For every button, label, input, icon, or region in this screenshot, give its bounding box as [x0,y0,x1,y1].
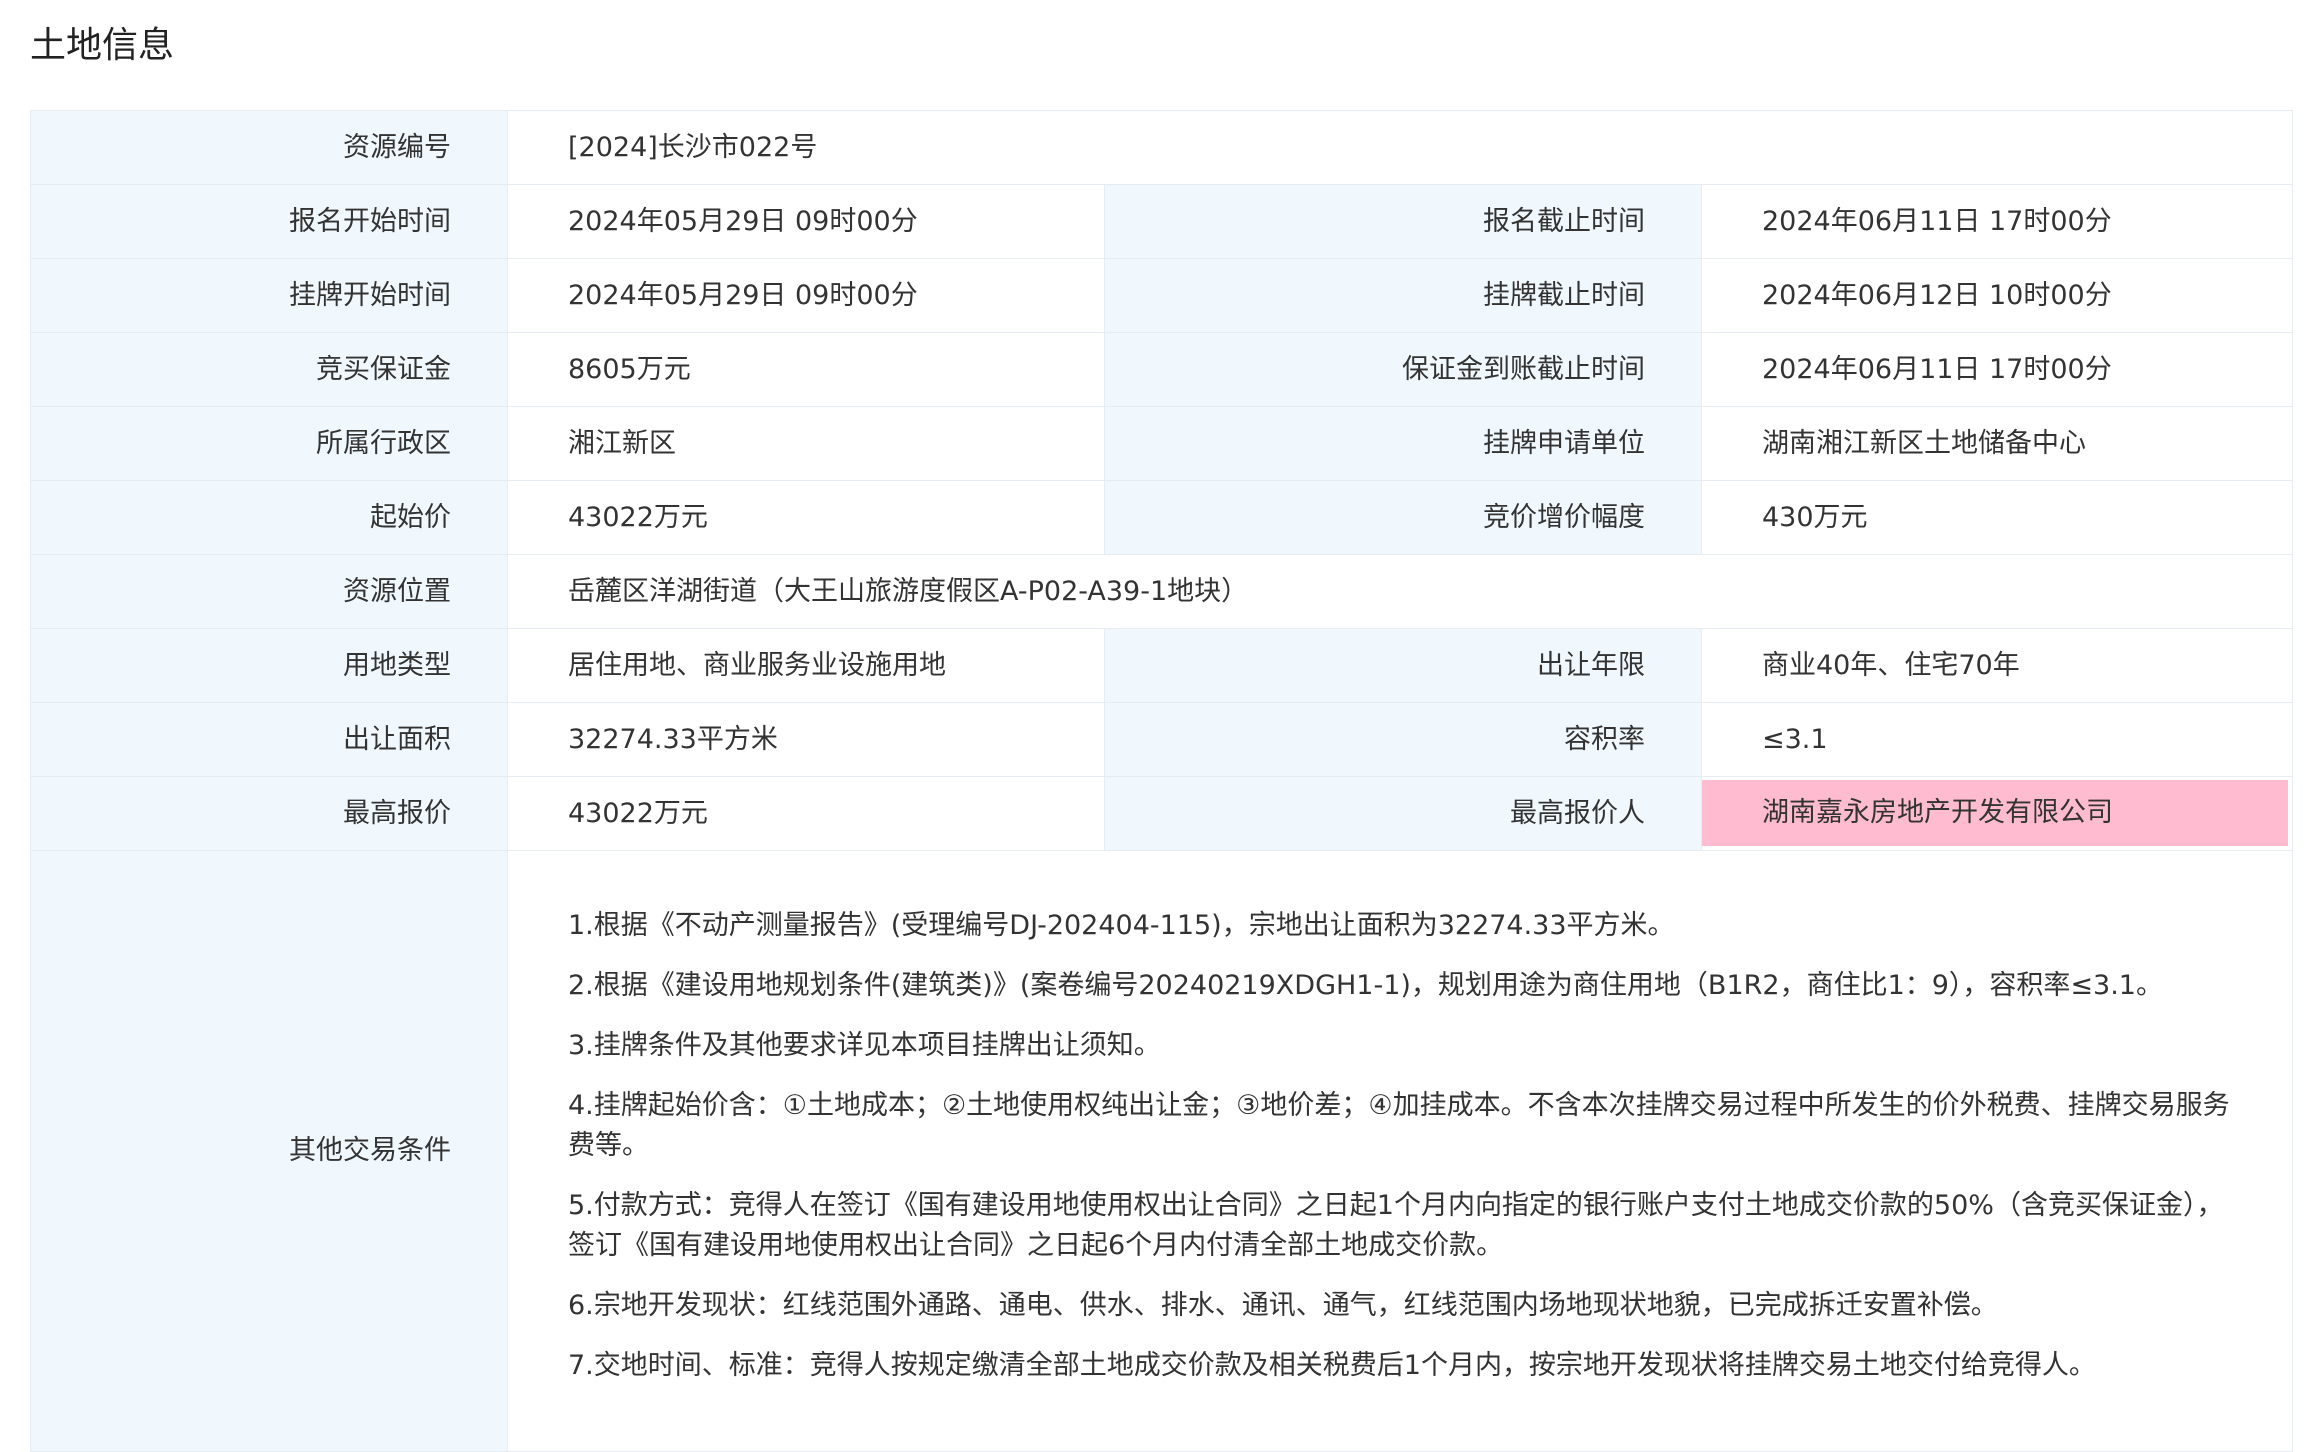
page-title: 土地信息 [30,25,175,66]
area-label: 出让面积 [30,702,508,777]
far-value: ≤3.1 [1701,702,2293,777]
resource-no-value: [2024]长沙市022号 [507,110,2293,185]
top-bidder-value: 湖南嘉永房地产开发有限公司 [1702,779,2288,846]
applicant-value: 湖南湘江新区土地储备中心 [1701,406,2293,481]
condition-item: 2.根据《建设用地规划条件(建筑类)》(案卷编号20240219XDGH1-1)… [568,970,2163,1001]
resource-no-label: 资源编号 [30,110,508,185]
condition-item: 6.宗地开发现状：红线范围外通路、通电、供水、排水、通讯、通气，红线范围内场地现… [568,1290,1998,1321]
start-price-value: 43022万元 [507,480,1105,555]
condition-item: 7.交地时间、标准：竞得人按规定缴清全部土地成交价款及相关税费后1个月内，按宗地… [568,1350,2096,1381]
land-use-label: 用地类型 [30,628,508,703]
land-use-value: 居住用地、商业服务业设施用地 [507,628,1105,703]
signup-start-value: 2024年05月29日 09时00分 [507,184,1105,259]
table-row: 竞买保证金 8605万元 保证金到账截止时间 2024年06月11日 17时00… [30,332,2293,407]
signup-end-value: 2024年06月11日 17时00分 [1701,184,2293,259]
table-row: 其他交易条件 1.根据《不动产测量报告》(受理编号DJ-202404-115)，… [30,850,2293,1452]
district-value: 湘江新区 [507,406,1105,481]
top-bidder-label: 最高报价人 [1104,776,1702,851]
area-value: 32274.33平方米 [507,702,1105,777]
top-bidder-cell: 湖南嘉永房地产开发有限公司 [1701,776,2293,851]
table-row: 起始价 43022万元 竞价增价幅度 430万元 [30,480,2293,555]
land-info-table: 资源编号 [2024]长沙市022号 报名开始时间 2024年05月29日 09… [30,110,2293,1452]
increment-value: 430万元 [1701,480,2293,555]
table-row: 资源位置 岳麓区洋湖街道（大王山旅游度假区A-P02-A39-1地块） [30,554,2293,629]
table-row: 出让面积 32274.33平方米 容积率 ≤3.1 [30,702,2293,777]
district-label: 所属行政区 [30,406,508,481]
far-label: 容积率 [1104,702,1702,777]
table-row: 报名开始时间 2024年05月29日 09时00分 报名截止时间 2024年06… [30,184,2293,259]
deposit-deadline-value: 2024年06月11日 17时00分 [1701,332,2293,407]
condition-item: 1.根据《不动产测量报告》(受理编号DJ-202404-115)，宗地出让面积为… [568,910,1675,941]
other-conditions-label: 其他交易条件 [30,850,508,1452]
signup-end-label: 报名截止时间 [1104,184,1702,259]
table-row: 资源编号 [2024]长沙市022号 [30,110,2293,185]
location-value: 岳麓区洋湖街道（大王山旅游度假区A-P02-A39-1地块） [507,554,2293,629]
top-bid-label: 最高报价 [30,776,508,851]
listing-start-value: 2024年05月29日 09时00分 [507,258,1105,333]
deposit-value: 8605万元 [507,332,1105,407]
signup-start-label: 报名开始时间 [30,184,508,259]
applicant-label: 挂牌申请单位 [1104,406,1702,481]
condition-item: 3.挂牌条件及其他要求详见本项目挂牌出让须知。 [568,1030,1161,1061]
condition-item: 4.挂牌起始价含：①土地成本；②土地使用权纯出让金；③地价差；④加挂成本。不含本… [568,1090,2230,1161]
term-value: 商业40年、住宅70年 [1701,628,2293,703]
listing-start-label: 挂牌开始时间 [30,258,508,333]
listing-end-label: 挂牌截止时间 [1104,258,1702,333]
table-row: 挂牌开始时间 2024年05月29日 09时00分 挂牌截止时间 2024年06… [30,258,2293,333]
table-row: 所属行政区 湘江新区 挂牌申请单位 湖南湘江新区土地储备中心 [30,406,2293,481]
deposit-deadline-label: 保证金到账截止时间 [1104,332,1702,407]
other-conditions-value: 1.根据《不动产测量报告》(受理编号DJ-202404-115)，宗地出让面积为… [507,850,2293,1452]
deposit-label: 竞买保证金 [30,332,508,407]
term-label: 出让年限 [1104,628,1702,703]
location-label: 资源位置 [30,554,508,629]
table-row: 用地类型 居住用地、商业服务业设施用地 出让年限 商业40年、住宅70年 [30,628,2293,703]
increment-label: 竞价增价幅度 [1104,480,1702,555]
listing-end-value: 2024年06月12日 10时00分 [1701,258,2293,333]
top-bid-value: 43022万元 [507,776,1105,851]
condition-item: 5.付款方式：竞得人在签订《国有建设用地使用权出让合同》之日起1个月内向指定的银… [568,1190,2224,1261]
table-row: 最高报价 43022万元 最高报价人 湖南嘉永房地产开发有限公司 [30,776,2293,851]
start-price-label: 起始价 [30,480,508,555]
